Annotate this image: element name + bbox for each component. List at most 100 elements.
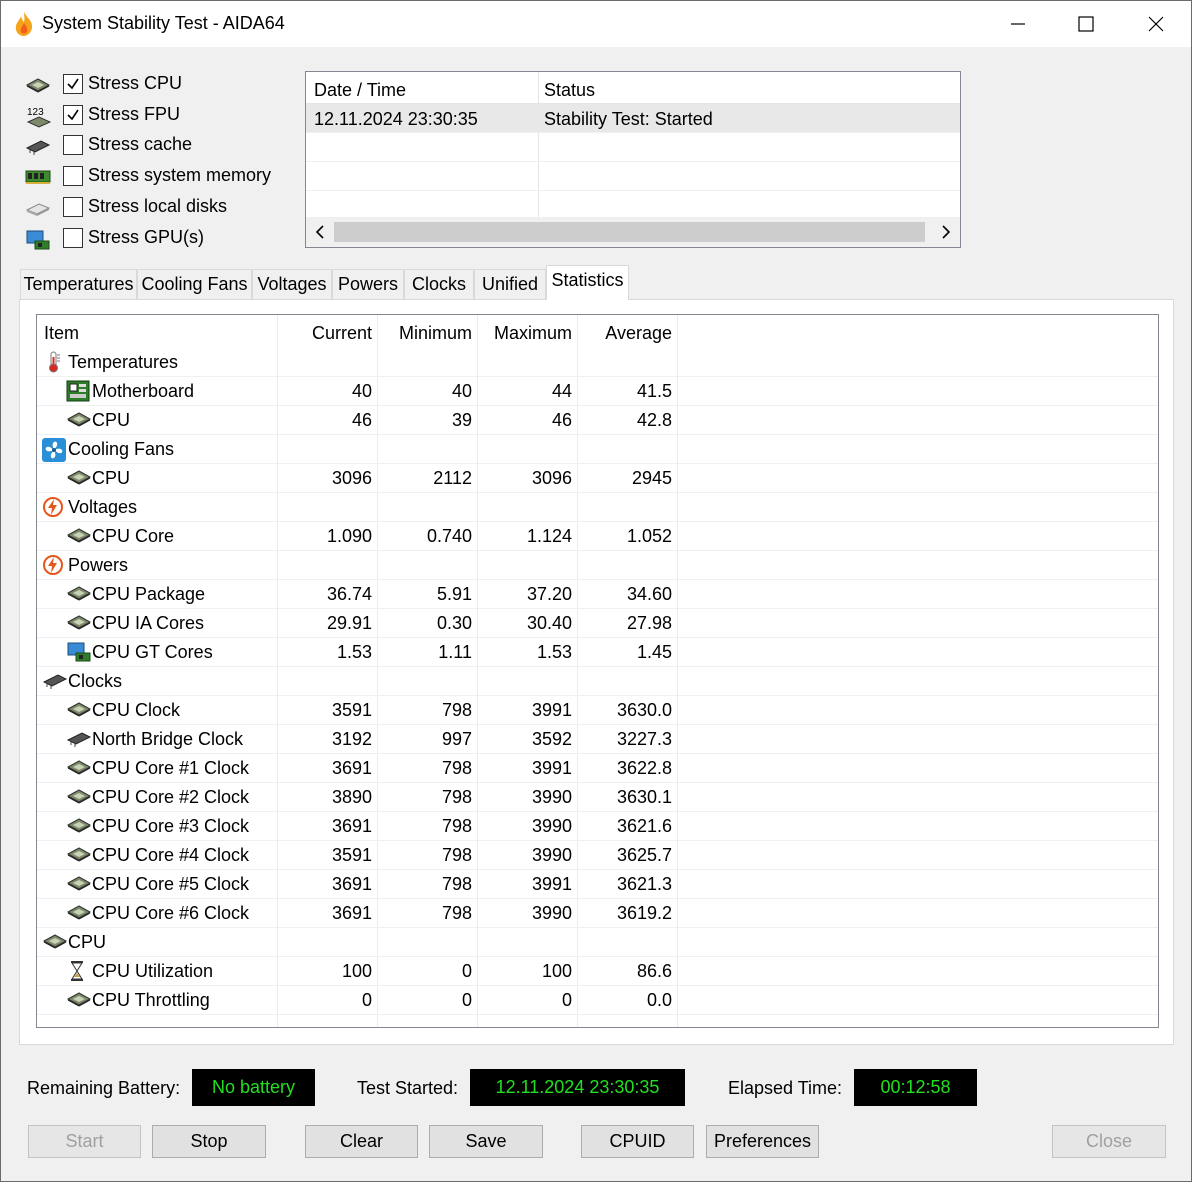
close-icon <box>1148 16 1164 32</box>
test-started-value: 12.11.2024 23:30:35 <box>470 1069 685 1106</box>
scroll-left-icon[interactable] <box>314 225 326 239</box>
elapsed-time-label: Elapsed Time: <box>728 1078 843 1098</box>
stress-option[interactable]: Stress system memory <box>25 163 295 191</box>
cpu-chip-icon <box>66 699 92 721</box>
value-maximum: 3096 <box>531 468 572 488</box>
stress-option[interactable]: Stress CPU <box>25 71 295 99</box>
value-maximum: 3990 <box>531 816 572 836</box>
stress-option[interactable]: 123 Stress FPU <box>25 102 295 130</box>
cpuid-button[interactable]: CPUID <box>581 1125 694 1158</box>
value-average: 3227.3 <box>616 729 672 749</box>
value-current: 29.91 <box>326 613 372 633</box>
table-group-row[interactable]: Cooling Fans <box>37 435 1158 464</box>
table-group-row[interactable]: Temperatures <box>37 348 1158 377</box>
table-group-row[interactable]: Powers <box>37 551 1158 580</box>
hourglass-icon <box>66 960 90 982</box>
minimize-button[interactable] <box>983 1 1053 47</box>
table-row[interactable]: CPU Core #4 Clock 3591 798 3990 3625.7 <box>37 841 1158 870</box>
value-minimum: 2112 <box>433 468 472 488</box>
value-average: 1.052 <box>626 526 672 546</box>
value-minimum: 5.91 <box>436 584 472 604</box>
stress-checkbox[interactable] <box>63 135 83 155</box>
maximize-icon <box>1078 16 1094 32</box>
scroll-right-icon[interactable] <box>940 225 952 239</box>
table-group-row[interactable]: Voltages <box>37 493 1158 522</box>
scrollbar-thumb[interactable] <box>334 222 925 242</box>
tab-powers[interactable]: Powers <box>332 269 404 299</box>
stress-option[interactable]: Stress local disks <box>25 194 295 222</box>
save-button[interactable]: Save <box>429 1125 543 1158</box>
table-row[interactable]: CPU Core #1 Clock 3691 798 3991 3622.8 <box>37 754 1158 783</box>
table-row[interactable]: CPU Core #6 Clock 3691 798 3990 3619.2 <box>37 899 1158 928</box>
log-row[interactable]: 12.11.2024 23:30:35 Stability Test: Star… <box>306 104 960 133</box>
table-group-row[interactable]: CPU <box>37 928 1158 957</box>
monitor-gpu-icon <box>25 229 53 251</box>
tab-voltages[interactable]: Voltages <box>252 269 332 299</box>
col-maximum[interactable]: Maximum <box>482 323 572 344</box>
statistics-table[interactable]: Item Current Minimum Maximum Average Tem… <box>36 314 1159 1028</box>
stress-checkbox[interactable] <box>63 228 83 248</box>
table-row[interactable]: Motherboard 40 40 44 41.5 <box>37 377 1158 406</box>
table-group-row[interactable]: Clocks <box>37 667 1158 696</box>
tab-unified[interactable]: Unified <box>474 269 546 299</box>
start-button[interactable]: Start <box>28 1125 141 1158</box>
stress-option[interactable]: Stress cache <box>25 132 295 160</box>
motherboard-icon <box>66 380 90 402</box>
value-average: 3621.6 <box>616 816 672 836</box>
table-row[interactable]: CPU IA Cores 29.91 0.30 30.40 27.98 <box>37 609 1158 638</box>
title-bar[interactable]: System Stability Test - AIDA64 <box>1 1 1191 47</box>
table-row[interactable]: CPU Clock 3591 798 3991 3630.0 <box>37 696 1158 725</box>
stress-option[interactable]: Stress GPU(s) <box>25 225 295 253</box>
row-label: Temperatures <box>68 352 179 372</box>
northbridge-chip-icon <box>66 728 92 750</box>
test-log-list[interactable]: Date / Time Status 12.11.2024 23:30:35 S… <box>305 71 961 248</box>
cpu-chip-icon <box>42 931 68 953</box>
tab-clocks[interactable]: Clocks <box>404 269 474 299</box>
close-window-button[interactable] <box>1121 1 1191 47</box>
stop-button[interactable]: Stop <box>152 1125 266 1158</box>
col-average[interactable]: Average <box>582 323 672 344</box>
table-row[interactable]: CPU Utilization 100 0 100 86.6 <box>37 957 1158 986</box>
log-horizontal-scrollbar[interactable] <box>306 217 960 247</box>
log-col-status[interactable]: Status <box>544 80 595 101</box>
table-row[interactable]: North Bridge Clock 3192 997 3592 3227.3 <box>37 725 1158 754</box>
col-minimum[interactable]: Minimum <box>382 323 472 344</box>
close-button[interactable]: Close <box>1052 1125 1166 1158</box>
row-label: CPU Core #2 Clock <box>92 787 250 807</box>
cpu-chip-icon <box>66 757 92 779</box>
table-row[interactable]: CPU Core #2 Clock 3890 798 3990 3630.1 <box>37 783 1158 812</box>
preferences-button[interactable]: Preferences <box>706 1125 819 1158</box>
cpu-chip-icon <box>25 75 53 97</box>
table-row[interactable]: CPU Core 1.090 0.740 1.124 1.052 <box>37 522 1158 551</box>
tab-cooling-fans[interactable]: Cooling Fans <box>137 269 252 299</box>
value-minimum: 0 <box>461 961 472 981</box>
tab-statistics[interactable]: Statistics <box>546 265 629 300</box>
table-row[interactable]: CPU Core #5 Clock 3691 798 3991 3621.3 <box>37 870 1158 899</box>
value-current: 1.090 <box>326 526 372 546</box>
col-item[interactable]: Item <box>44 323 79 344</box>
table-row[interactable]: CPU 46 39 46 42.8 <box>37 406 1158 435</box>
stress-checkbox[interactable] <box>63 105 83 125</box>
value-current: 36.74 <box>326 584 372 604</box>
cpu-chip-icon <box>66 873 92 895</box>
table-row[interactable]: CPU GT Cores 1.53 1.11 1.53 1.45 <box>37 638 1158 667</box>
stress-checkbox[interactable] <box>63 197 83 217</box>
stress-option-label: Stress cache <box>88 134 193 154</box>
row-label: CPU Throttling <box>92 990 210 1010</box>
table-row[interactable]: CPU Core #3 Clock 3691 798 3990 3621.6 <box>37 812 1158 841</box>
value-maximum: 3991 <box>531 700 572 720</box>
value-current: 3691 <box>331 816 372 836</box>
table-row[interactable]: CPU Throttling 0 0 0 0.0 <box>37 986 1158 1015</box>
stress-checkbox[interactable] <box>63 166 83 186</box>
table-row[interactable]: CPU 3096 2112 3096 2945 <box>37 464 1158 493</box>
table-row[interactable]: CPU Package 36.74 5.91 37.20 34.60 <box>37 580 1158 609</box>
maximize-button[interactable] <box>1051 1 1121 47</box>
tab-temperatures[interactable]: Temperatures <box>20 269 137 299</box>
stress-checkbox[interactable] <box>63 74 83 94</box>
value-average: 41.5 <box>636 381 672 401</box>
col-current[interactable]: Current <box>282 323 372 344</box>
fpu-123-icon: 123 <box>25 106 53 128</box>
value-maximum: 46 <box>551 410 572 430</box>
clear-button[interactable]: Clear <box>305 1125 418 1158</box>
log-col-datetime[interactable]: Date / Time <box>314 80 406 101</box>
